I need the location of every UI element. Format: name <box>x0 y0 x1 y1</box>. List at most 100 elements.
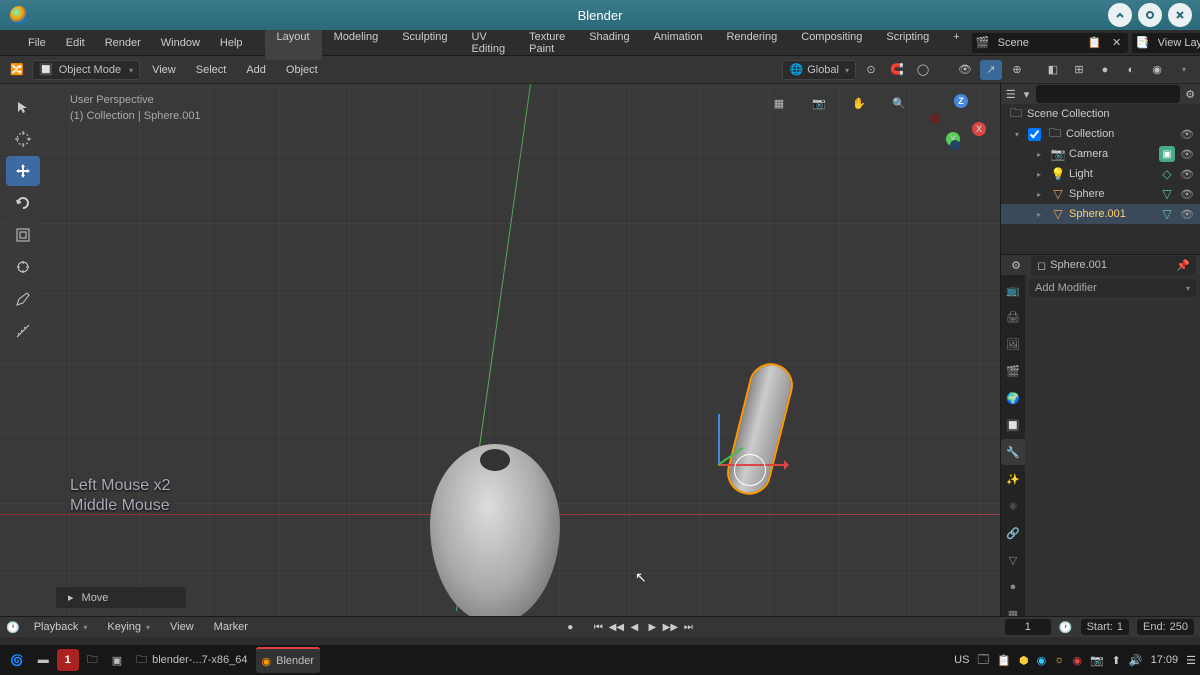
tray-icon[interactable]: ◉ <box>1037 654 1047 667</box>
gizmo-x-axis[interactable] <box>718 464 788 466</box>
tab-world[interactable]: 🌍 <box>1001 385 1025 411</box>
outliner-row-sphere[interactable]: ▸ ▽ Sphere ▽ 👁 <box>1001 184 1200 204</box>
tab-layout[interactable]: Layout <box>265 26 322 60</box>
disclosure-triangle-icon[interactable]: ▸ <box>1037 210 1047 219</box>
menu-window[interactable]: Window <box>151 33 210 53</box>
camera-view-icon[interactable]: ▦ <box>768 92 790 114</box>
tab-particles[interactable]: ✨ <box>1001 466 1025 492</box>
gizmo-z-dot[interactable]: Z <box>954 94 968 108</box>
light-data-icon[interactable]: ◇ <box>1159 166 1175 182</box>
preview-range-icon[interactable]: 🕐 <box>1059 621 1073 634</box>
workspace-indicator[interactable]: 1 <box>57 649 79 671</box>
tab-physics[interactable]: ⚛ <box>1001 493 1025 519</box>
tab-mesh[interactable]: ▽ <box>1001 547 1025 573</box>
orbit-gizmo[interactable]: X Y Z <box>928 92 988 152</box>
add-workspace-button[interactable]: + <box>941 26 971 60</box>
select-menu[interactable]: Select <box>188 61 235 79</box>
visibility-icon[interactable]: 👁 <box>1178 208 1196 221</box>
visibility-icon[interactable]: 👁 <box>954 60 976 80</box>
play-icon[interactable]: ▶ <box>643 619 661 635</box>
move-tool[interactable] <box>6 156 40 186</box>
object-menu[interactable]: Object <box>278 61 326 79</box>
tab-modifiers[interactable]: 🔧 <box>1001 439 1025 465</box>
menu-icon[interactable]: ☰ <box>1186 654 1196 667</box>
filter-icon[interactable]: ⚙ <box>1184 84 1196 104</box>
tab-viewlayer[interactable]: 🖼 <box>1001 331 1025 357</box>
tab-material[interactable]: ● <box>1001 574 1025 600</box>
tab-shading[interactable]: Shading <box>577 26 641 60</box>
scene-selector[interactable]: 🎬 📋 ✕ <box>972 33 1128 53</box>
keyframe-prev-icon[interactable]: ◀◀ <box>607 619 625 635</box>
close-button[interactable] <box>1168 3 1192 27</box>
disclosure-triangle-icon[interactable]: ▾ <box>1015 130 1025 139</box>
timeline-editor-icon[interactable]: 🕐 <box>6 621 20 634</box>
tab-output[interactable]: 🖨 <box>1001 304 1025 330</box>
terminal-icon[interactable]: ▣ <box>106 647 128 673</box>
overlay-toggle-icon[interactable]: ⊕ <box>1006 60 1028 80</box>
outliner-row-light[interactable]: ▸ 💡 Light ◇ 👁 <box>1001 164 1200 184</box>
shading-render-icon[interactable]: ◉ <box>1146 60 1168 80</box>
tab-scripting[interactable]: Scripting <box>874 26 941 60</box>
menu-edit[interactable]: Edit <box>56 33 95 53</box>
maximize-button[interactable] <box>1138 3 1162 27</box>
viewlayer-name-input[interactable] <box>1154 37 1200 49</box>
tray-icon[interactable]: 📷 <box>1090 654 1104 667</box>
shading-solid-icon[interactable]: ● <box>1094 60 1116 80</box>
outliner-editor-icon[interactable]: ☰ <box>1005 84 1017 104</box>
last-operator-panel[interactable]: ▸ Move <box>56 587 186 608</box>
tab-modeling[interactable]: Modeling <box>322 26 391 60</box>
editor-type-icon[interactable]: 🔀 <box>6 60 28 80</box>
marker-menu[interactable]: Marker <box>208 619 254 635</box>
tab-object[interactable]: 🔲 <box>1001 412 1025 438</box>
outliner[interactable]: 🗀 Scene Collection ▾ 🗀 Collection 👁 ▸ 📷 … <box>1001 104 1200 254</box>
jump-end-icon[interactable]: ⏭ <box>679 619 697 635</box>
cursor-tool[interactable] <box>6 124 40 154</box>
gizmo-x-dot[interactable]: X <box>972 122 986 136</box>
view-menu[interactable]: View <box>144 61 184 79</box>
xray-icon[interactable]: ◧ <box>1042 60 1064 80</box>
tray-icon[interactable]: ⬢ <box>1019 654 1029 667</box>
keying-menu[interactable]: Keying <box>101 619 156 635</box>
timeline-view-menu[interactable]: View <box>164 619 200 635</box>
tab-sculpting[interactable]: Sculpting <box>390 26 459 60</box>
measure-tool[interactable] <box>6 316 40 346</box>
camera-icon[interactable]: 📷 <box>808 92 830 114</box>
menu-render[interactable]: Render <box>95 33 151 53</box>
pin-icon[interactable]: 📌 <box>1176 259 1190 272</box>
disclosure-triangle-icon[interactable]: ▸ <box>1037 170 1047 179</box>
disclosure-triangle-icon[interactable]: ▸ <box>1037 150 1047 159</box>
app-launcher-icon[interactable]: 🌀 <box>4 647 30 673</box>
start-frame[interactable]: Start: 1 <box>1081 619 1129 635</box>
menu-help[interactable]: Help <box>210 33 253 53</box>
outliner-row-camera[interactable]: ▸ 📷 Camera ▣ 👁 <box>1001 144 1200 164</box>
camera-data-icon[interactable]: ▣ <box>1159 146 1175 162</box>
mesh-data-icon[interactable]: ▽ <box>1159 186 1175 202</box>
outliner-search[interactable] <box>1036 85 1180 103</box>
end-frame[interactable]: End: 250 <box>1137 619 1194 635</box>
file-manager-icon[interactable]: 🗀 <box>81 647 104 673</box>
tray-icon[interactable]: 📋 <box>997 654 1011 667</box>
properties-editor-icon[interactable]: ⚙ <box>1005 255 1027 275</box>
orientation-selector[interactable]: 🌐 Global <box>782 60 856 80</box>
mode-selector[interactable]: 🔲 Object Mode <box>32 60 140 80</box>
proportional-icon[interactable]: ◯ <box>912 60 934 80</box>
tab-compositing[interactable]: Compositing <box>789 26 874 60</box>
keyframe-next-icon[interactable]: ▶▶ <box>661 619 679 635</box>
collection-checkbox[interactable] <box>1028 128 1041 141</box>
keyboard-layout[interactable]: US <box>954 654 969 666</box>
add-modifier-button[interactable]: Add Modifier <box>1029 279 1196 297</box>
tab-constraints[interactable]: 🔗 <box>1001 520 1025 546</box>
tab-texture-paint[interactable]: Texture Paint <box>517 26 577 60</box>
zoom-icon[interactable]: 🔍 <box>888 92 910 114</box>
scene-new-icon[interactable]: 📋 <box>1084 33 1106 53</box>
playback-menu[interactable]: Playback <box>28 619 94 635</box>
shading-wireframe-icon[interactable]: ⊞ <box>1068 60 1090 80</box>
scale-tool[interactable] <box>6 220 40 250</box>
tab-animation[interactable]: Animation <box>642 26 715 60</box>
mesh-data-icon[interactable]: ▽ <box>1159 206 1175 222</box>
outliner-row-sphere001[interactable]: ▸ ▽ Sphere.001 ▽ 👁 <box>1001 204 1200 224</box>
gizmo-toggle-icon[interactable]: ↗ <box>980 60 1002 80</box>
menu-file[interactable]: File <box>18 33 56 53</box>
pivot-icon[interactable]: ⊙ <box>860 60 882 80</box>
volume-icon[interactable]: 🔊 <box>1129 654 1143 667</box>
